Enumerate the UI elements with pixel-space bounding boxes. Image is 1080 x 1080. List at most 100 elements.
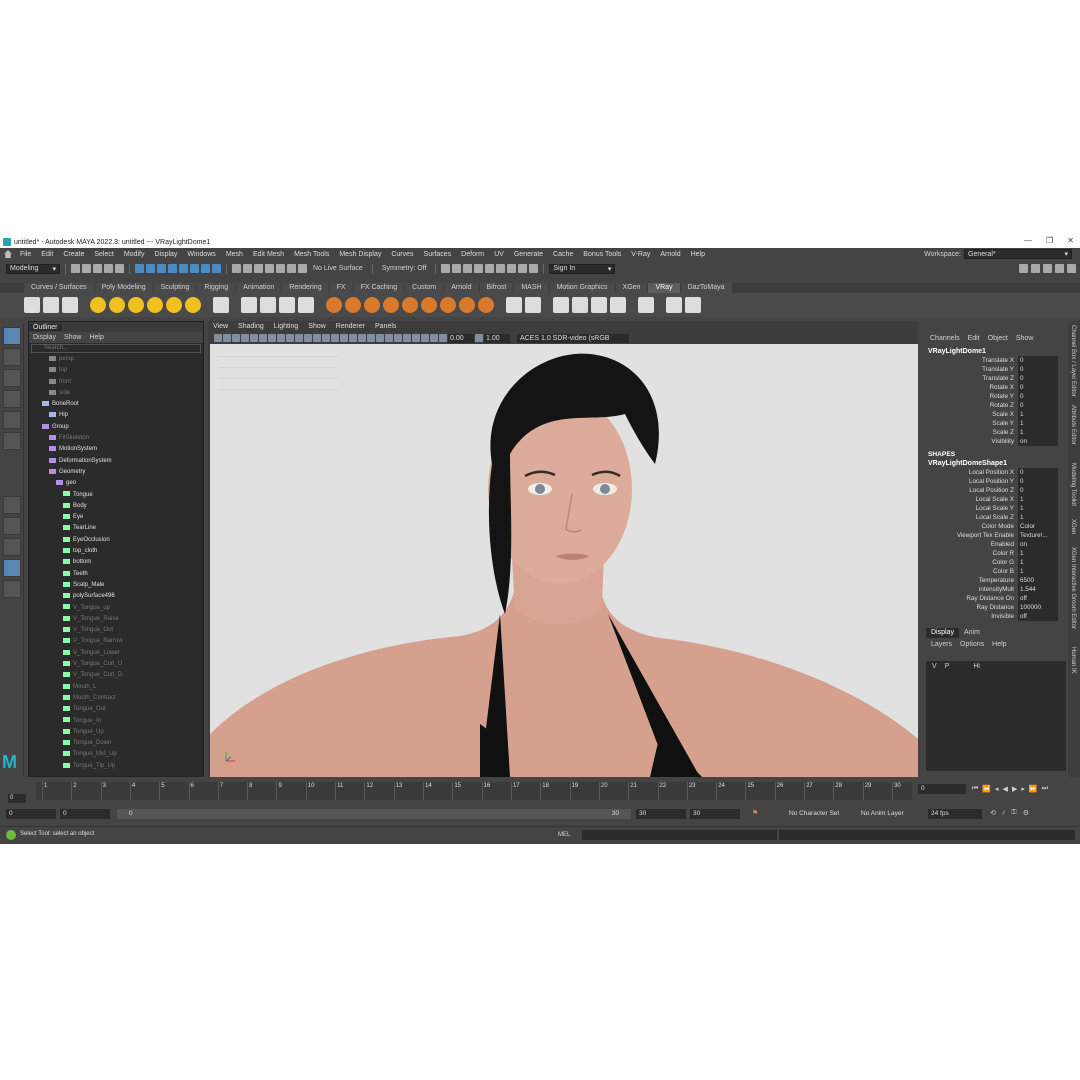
- outliner-item[interactable]: Hip: [29, 410, 203, 421]
- channel-row[interactable]: Translate Y0: [922, 365, 1068, 374]
- menu-mesh-tools[interactable]: Mesh Tools: [289, 251, 334, 258]
- channel-row[interactable]: Color R1: [922, 549, 1068, 558]
- outliner-item[interactable]: V_Tongue_Lower: [29, 648, 203, 659]
- channel-label[interactable]: Rotate X: [922, 383, 1018, 392]
- menu-cache[interactable]: Cache: [548, 251, 578, 258]
- vray-vfb-icon[interactable]: [62, 297, 78, 313]
- outliner-item[interactable]: bottom: [29, 557, 203, 568]
- attribute-editor-icon[interactable]: [1043, 264, 1052, 273]
- select-uv-icon[interactable]: [201, 264, 210, 273]
- menu-mesh-display[interactable]: Mesh Display: [334, 251, 386, 258]
- bake-icon[interactable]: [638, 297, 654, 313]
- ipr-render-icon[interactable]: [474, 264, 484, 273]
- layer-tab-display[interactable]: Display: [926, 628, 959, 638]
- step-forward-frame-icon[interactable]: ▸: [1021, 785, 1025, 793]
- outliner-item[interactable]: Tongue_Down: [29, 738, 203, 749]
- textured-icon[interactable]: [349, 334, 357, 342]
- channel-box-menu-edit[interactable]: Edit: [968, 335, 980, 342]
- vision-icon[interactable]: [666, 297, 682, 313]
- color-picker-icon[interactable]: [591, 297, 607, 313]
- mesh-import-icon[interactable]: [298, 297, 314, 313]
- menu-surfaces[interactable]: Surfaces: [419, 251, 457, 258]
- menu-display[interactable]: Display: [149, 251, 182, 258]
- outliner-item[interactable]: Tongue: [29, 490, 203, 501]
- channel-value-field[interactable]: 1: [1018, 495, 1058, 504]
- side-tab-xgen-groom[interactable]: XGen Interactive Groom Editor: [1068, 543, 1078, 643]
- shelf-tab-custom[interactable]: Custom: [405, 283, 444, 293]
- viewport-menu-panels[interactable]: Panels: [375, 323, 396, 330]
- time-slider-track[interactable]: 1 2 3 4 5 6 7 8 9 10 11 12 13 14 15 16 17 18 19 20 21 22 23 24 2…: [36, 782, 912, 800]
- snap-curve-icon[interactable]: [243, 264, 252, 273]
- side-tab-channel-box[interactable]: Channel Box / Layer Editor: [1068, 321, 1078, 401]
- snap-grid-icon[interactable]: [232, 264, 241, 273]
- save-scene-icon[interactable]: [93, 264, 102, 273]
- outliner-item[interactable]: EyeOcclusion: [29, 535, 203, 546]
- vray-render-icon[interactable]: [24, 297, 40, 313]
- vray-render-icon[interactable]: [518, 264, 528, 273]
- shelf-tab-fx-caching[interactable]: FX Caching: [353, 283, 405, 293]
- animation-start-field[interactable]: 0: [6, 809, 56, 819]
- channel-row[interactable]: Enabled on: [922, 540, 1068, 549]
- modeling-toolkit-icon[interactable]: [1019, 264, 1028, 273]
- outliner-item[interactable]: Tongue_In: [29, 716, 203, 727]
- channel-value-field[interactable]: off: [1018, 612, 1058, 621]
- outliner-item[interactable]: polySurface496: [29, 591, 203, 602]
- channel-label[interactable]: Scale X: [922, 410, 1018, 419]
- snap-view-icon[interactable]: [265, 264, 274, 273]
- layer-menu-layers[interactable]: Layers: [931, 641, 952, 648]
- maximize-button[interactable]: ❐: [1046, 236, 1053, 245]
- channel-row[interactable]: Scale X1: [922, 410, 1068, 419]
- fps-dropdown[interactable]: 24 fps: [928, 809, 982, 819]
- settings-gear-icon[interactable]: [478, 297, 494, 313]
- sphere-light-icon[interactable]: [109, 297, 125, 313]
- fur-material-icon[interactable]: [459, 297, 475, 313]
- outliner-layout-icon[interactable]: [3, 559, 21, 577]
- lasso-tool-icon[interactable]: [3, 348, 21, 366]
- redo-icon[interactable]: [115, 264, 124, 273]
- channel-value-field[interactable]: 1: [1018, 513, 1058, 522]
- outliner-item[interactable]: V_Tongue_Curl_U: [29, 659, 203, 670]
- channel-label[interactable]: Local Position X: [922, 468, 1018, 477]
- physical-camera-icon[interactable]: [213, 297, 229, 313]
- smooth-shade-icon[interactable]: [322, 334, 330, 342]
- gamma-icon[interactable]: [475, 334, 483, 342]
- minimize-button[interactable]: —: [1024, 236, 1032, 245]
- channel-value-field[interactable]: Texture!...: [1018, 531, 1058, 540]
- outliner-item[interactable]: Body: [29, 501, 203, 512]
- select-vertex-icon[interactable]: [168, 264, 177, 273]
- render-region-icon[interactable]: [463, 264, 473, 273]
- exposure-icon[interactable]: [439, 334, 447, 342]
- exposure-field[interactable]: 0.00: [448, 333, 474, 343]
- use-all-lights-icon[interactable]: [358, 334, 366, 342]
- channel-label[interactable]: Translate X: [922, 356, 1018, 365]
- channel-value-field[interactable]: 0: [1018, 401, 1058, 410]
- channel-label[interactable]: intensityMult: [922, 585, 1018, 594]
- resolution-gate-icon[interactable]: [268, 334, 276, 342]
- channel-row[interactable]: Visibility on: [922, 437, 1068, 446]
- render-frame-icon[interactable]: [452, 264, 462, 273]
- channel-row[interactable]: Translate Z0: [922, 374, 1068, 383]
- channel-label[interactable]: Local Position Z: [922, 486, 1018, 495]
- menu-help[interactable]: Help: [686, 251, 710, 258]
- anti-aliasing-icon[interactable]: [394, 334, 402, 342]
- shelf-tab-daztomaya[interactable]: DazToMaya: [680, 283, 732, 293]
- channel-row[interactable]: Ray Distance On off: [922, 594, 1068, 603]
- channel-label[interactable]: Color Mode: [922, 522, 1018, 531]
- close-button[interactable]: ✕: [1067, 236, 1074, 245]
- move-tool-icon[interactable]: [3, 390, 21, 408]
- sun-light-icon[interactable]: [185, 297, 201, 313]
- channel-label[interactable]: Ray Distance: [922, 603, 1018, 612]
- channel-row[interactable]: Local Scale X1: [922, 495, 1068, 504]
- outliner-item[interactable]: Tongue_Tip_Up: [29, 761, 203, 772]
- shelf-tab-arnold[interactable]: Arnold: [444, 283, 479, 293]
- select-face-icon[interactable]: [190, 264, 199, 273]
- default-material-icon[interactable]: [331, 334, 339, 342]
- channel-value-field[interactable]: 1: [1018, 410, 1058, 419]
- channel-box-icon[interactable]: [1067, 264, 1076, 273]
- channel-row[interactable]: Viewport Tex Enable Texture!...: [922, 531, 1068, 540]
- safe-title-icon[interactable]: [304, 334, 312, 342]
- field-chart-icon[interactable]: [286, 334, 294, 342]
- character-controls-icon[interactable]: [1031, 264, 1040, 273]
- menu-create[interactable]: Create: [58, 251, 89, 258]
- camera-attributes-icon[interactable]: [223, 334, 231, 342]
